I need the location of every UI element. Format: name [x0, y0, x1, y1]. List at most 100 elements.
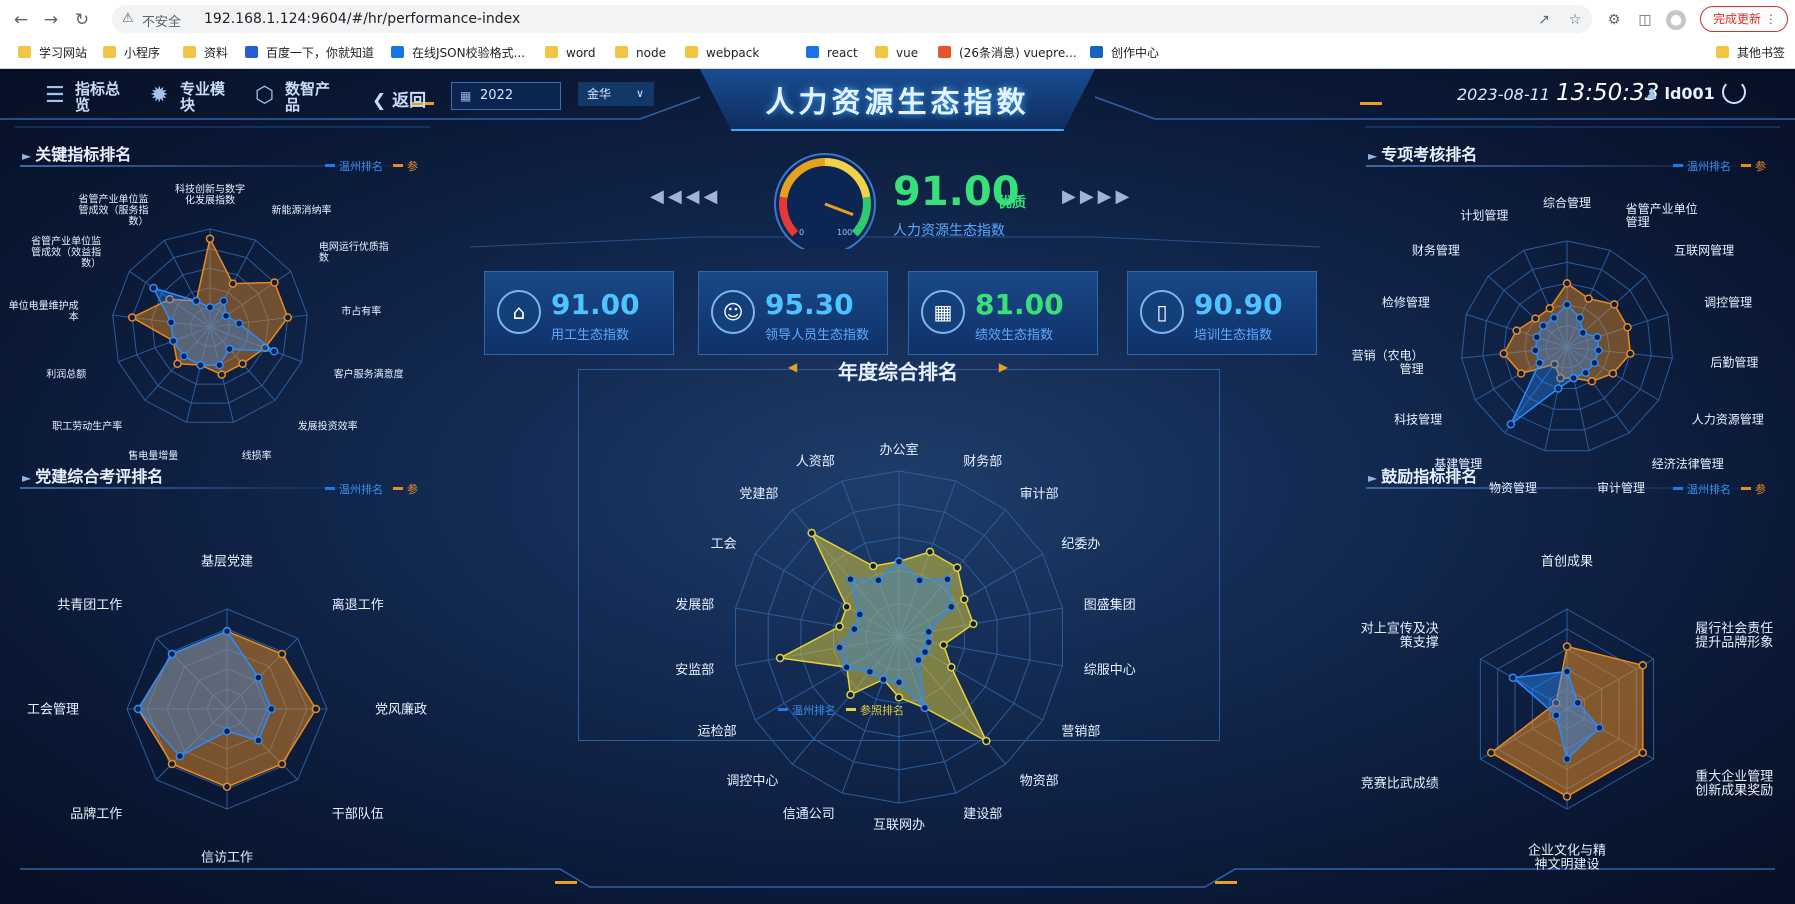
other-bookmarks[interactable]: 其他书签 [1716, 44, 1785, 62]
svg-text:0: 0 [799, 228, 804, 237]
layers-icon: ☰ [45, 83, 65, 108]
page-title: 人力资源生态指数 [765, 85, 1030, 119]
card-value: 90.90 [1194, 288, 1283, 321]
power-icon[interactable] [1722, 80, 1746, 104]
bookmark-icon [875, 46, 888, 58]
prev-arrows-icon[interactable]: ◀◀◀◀ [650, 186, 721, 207]
user-icon: ♟ [1645, 85, 1659, 103]
user-name: ld001 [1664, 84, 1715, 103]
back-arrow-icon[interactable]: ← [10, 9, 32, 31]
card-label: 领导人员生态指数 [765, 328, 870, 343]
share-icon[interactable]: ↗ [1534, 10, 1554, 30]
bookmark-item[interactable]: (26条消息) vuepre... [938, 44, 1077, 62]
dashboard: 人力资源生态指数 ☰ 指标总览 ✹ 专业模块 ⬡ 数智产品 ❮ 返回 ▦ 202… [0, 69, 1795, 904]
bookmarks-bar: 学习网站 小程序 资料 百度一下，你就知道 在线JSON校验格式... word node w… [0, 38, 1795, 68]
bookmark-item[interactable]: 百度一下，你就知道 [245, 44, 374, 62]
bookmark-item[interactable]: 创作中心 [1090, 44, 1159, 62]
bookmark-label: 百度一下，你就知道 [266, 46, 375, 60]
address-bar[interactable]: ⚠ 不安全 192.168.1.124:9604/#/hr/performanc… [112, 5, 1592, 33]
address-row: ← → ↻ ⚠ 不安全 192.168.1.124:9604/#/hr/perf… [0, 0, 1795, 38]
card-label: 用工生态指数 [551, 328, 630, 343]
bookmark-icon [18, 46, 31, 58]
bookmark-label: react [827, 46, 858, 60]
bookmark-item[interactable]: word [545, 44, 596, 62]
panel-title-incentive: ► 鼓励指标排名 [1368, 467, 1478, 486]
city-select[interactable]: 金华 ∨ [578, 82, 654, 106]
bookmark-icon [183, 46, 196, 58]
star-icon[interactable]: ☆ [1565, 10, 1585, 30]
bookmark-item[interactable]: vue [875, 44, 918, 62]
security-label: 不安全 [142, 15, 182, 30]
bookmark-label: (26条消息) vuepre... [959, 46, 1077, 60]
back-button[interactable]: ❮ 返回 [372, 86, 426, 111]
reload-icon[interactable]: ↻ [71, 9, 93, 31]
year-value: 2022 [480, 88, 514, 103]
annual-legend: 温州排名 参照排名 [778, 702, 904, 718]
panel-title-party: ► 党建综合考评排名 [22, 467, 164, 486]
extensions-icon[interactable]: ⚙ [1604, 10, 1624, 30]
legend: 温州排名参 [325, 481, 418, 497]
bookmark-item[interactable]: webpack [685, 44, 759, 62]
profile-icon[interactable]: ● [1666, 10, 1686, 30]
warning-icon: ⚠ [122, 11, 134, 26]
title-plate: 人力资源生态指数 [700, 69, 1095, 131]
sidebar-icon[interactable]: ◫ [1635, 10, 1655, 30]
url-text[interactable]: 192.168.1.124:9604/#/hr/performance-inde… [204, 11, 520, 27]
book-icon: ▯ [1140, 290, 1184, 334]
bookmark-item[interactable]: react [806, 44, 858, 62]
bookmark-label: 资料 [204, 46, 229, 60]
legend: 温州排名参 [1673, 158, 1766, 174]
bookmark-icon [938, 46, 951, 58]
nav-modules[interactable]: ✹ 专业模块 [150, 79, 240, 115]
forward-arrow-icon[interactable]: → [40, 9, 62, 31]
nodes-icon: ✹ [150, 83, 169, 108]
bookmark-item[interactable]: 学习网站 [18, 44, 87, 62]
home-icon: ⌂ [497, 290, 541, 334]
update-button[interactable]: 完成更新 ⋮ [1700, 6, 1788, 32]
bookmark-label: 创作中心 [1111, 46, 1160, 60]
index-card[interactable]: ▦ 81.00 绩效生态指数 [908, 271, 1098, 355]
bookmark-label: 学习网站 [39, 46, 88, 60]
bookmark-item[interactable]: 小程序 [103, 44, 160, 62]
bookmark-item[interactable]: node [615, 44, 666, 62]
user-info[interactable]: ♟ ld001 [1645, 84, 1715, 103]
bookmark-item[interactable]: 资料 [183, 44, 228, 62]
folder-icon [1716, 46, 1729, 58]
next-arrows-icon[interactable]: ▶▶▶▶ [1062, 186, 1133, 207]
gauge-grade: 优质 [998, 195, 1026, 211]
bookmark-label: word [566, 46, 596, 60]
nav-overview[interactable]: ☰ 指标总览 [45, 79, 135, 115]
gauge-label: 人力资源生态指数 [893, 223, 1005, 239]
legend: 温州排名参 [1673, 481, 1766, 497]
bookmark-icon [391, 46, 404, 58]
bookmark-label: webpack [706, 46, 760, 60]
prev-year-icon[interactable]: ◀ [788, 360, 797, 374]
annual-ranking-frame [578, 369, 1220, 741]
person-icon: ☺ [711, 290, 755, 334]
bookmark-label: node [636, 46, 666, 60]
nav-products-label: 数智产品 [285, 80, 331, 114]
index-card[interactable]: ☺ 95.30 领导人员生态指数 [698, 271, 888, 355]
bookmark-icon [103, 46, 116, 58]
nav-products[interactable]: ⬡ 数智产品 [255, 79, 345, 115]
card-label: 绩效生态指数 [975, 328, 1054, 343]
bookmark-icon [545, 46, 558, 58]
bookmark-icon [685, 46, 698, 58]
next-year-icon[interactable]: ▶ [999, 360, 1008, 374]
bookmark-icon [806, 46, 819, 58]
card-value: 81.00 [975, 288, 1064, 321]
time-display: 13:50:33 [1556, 80, 1660, 106]
other-bookmarks-label: 其他书签 [1737, 46, 1786, 60]
year-select[interactable]: ▦ 2022 [451, 82, 561, 110]
table-icon: ▦ [921, 290, 965, 334]
svg-text:100: 100 [837, 228, 852, 237]
card-label: 培训生态指数 [1194, 328, 1273, 343]
index-card[interactable]: ⌂ 91.00 用工生态指数 [484, 271, 674, 355]
city-value: 金华 [587, 87, 612, 101]
nav-overview-label: 指标总览 [75, 80, 121, 114]
bookmark-item[interactable]: 在线JSON校验格式... [391, 44, 525, 62]
index-card[interactable]: ▯ 90.90 培训生态指数 [1127, 271, 1317, 355]
cube-icon: ⬡ [255, 83, 275, 108]
chevron-down-icon: ∨ [635, 87, 644, 100]
bookmark-label: 小程序 [124, 46, 161, 60]
